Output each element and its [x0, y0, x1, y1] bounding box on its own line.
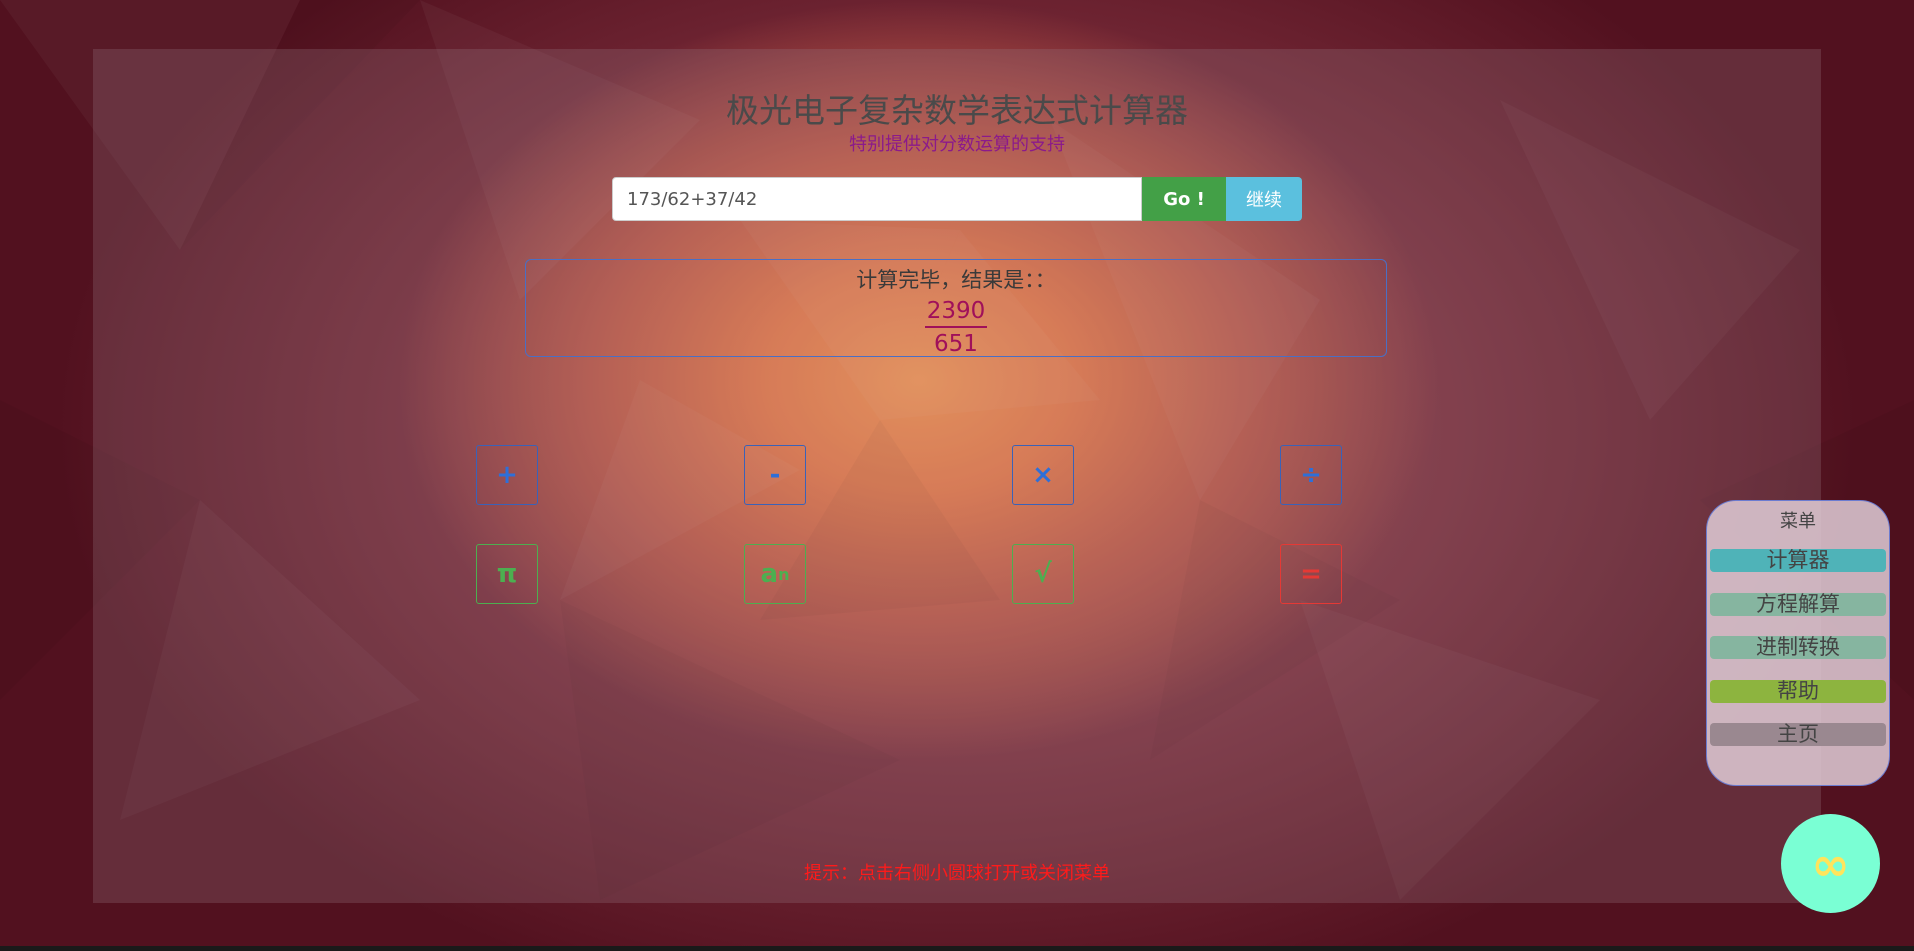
side-menu: 菜单 计算器 方程解算 进制转换 帮助 主页	[1706, 500, 1890, 786]
menu-item-calculator[interactable]: 计算器	[1710, 549, 1886, 572]
menu-toggle-button[interactable]: ∞	[1781, 814, 1880, 913]
menu-title: 菜单	[1780, 511, 1816, 532]
plus-button[interactable]: +	[476, 445, 538, 505]
page-title: 极光电子复杂数学表达式计算器	[726, 91, 1188, 130]
result-fraction: 2390 651	[924, 296, 988, 360]
multiply-button[interactable]: ×	[1012, 445, 1074, 505]
go-button[interactable]: Go !	[1142, 177, 1226, 221]
pi-button[interactable]: π	[476, 544, 538, 604]
continue-button[interactable]: 继续	[1226, 177, 1302, 221]
menu-item-base-convert[interactable]: 进制转换	[1710, 636, 1886, 659]
result-label: 计算完毕，结果是：：	[856, 268, 1056, 292]
menu-item-home[interactable]: 主页	[1710, 723, 1886, 746]
power-exponent: n	[778, 564, 790, 584]
expression-input-group: Go ! 继续	[612, 177, 1302, 221]
result-numerator: 2390	[924, 296, 988, 328]
menu-item-equation[interactable]: 方程解算	[1710, 593, 1886, 616]
expression-input[interactable]	[612, 177, 1142, 221]
power-base: a	[760, 559, 779, 589]
sqrt-button[interactable]: √	[1012, 544, 1074, 604]
result-box: 计算完毕，结果是：： 2390 651	[525, 259, 1387, 357]
menu-item-help[interactable]: 帮助	[1710, 680, 1886, 703]
bottom-strip	[0, 946, 1914, 951]
infinity-icon: ∞	[1811, 836, 1850, 891]
menu-hint: 提示：点击右侧小圆球打开或关闭菜单	[804, 863, 1110, 884]
divide-button[interactable]: ÷	[1280, 445, 1342, 505]
result-denominator: 651	[934, 331, 978, 357]
minus-button[interactable]: -	[744, 445, 806, 505]
equals-button[interactable]: =	[1280, 544, 1342, 604]
power-button[interactable]: an	[744, 544, 806, 604]
page-subtitle: 特别提供对分数运算的支持	[849, 134, 1065, 155]
